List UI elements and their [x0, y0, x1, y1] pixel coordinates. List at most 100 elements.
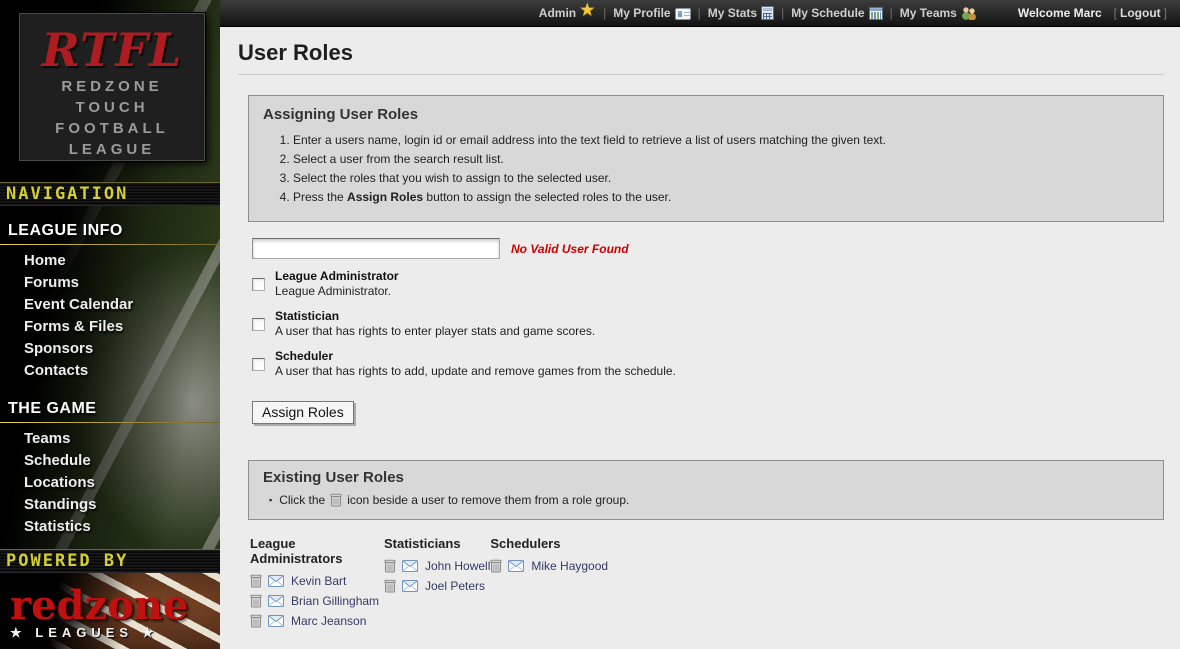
email-user-icon[interactable]: [268, 595, 284, 607]
sidebar-item[interactable]: Standings: [0, 494, 220, 516]
role-group: Schedulers Mike Haygood: [490, 536, 648, 634]
sidebar-section-title: THE GAME: [0, 392, 220, 419]
step-text: Press the: [293, 190, 347, 204]
role-checkbox[interactable]: [252, 278, 265, 291]
email-user-icon[interactable]: [508, 560, 524, 572]
user-search-row: No Valid User Found: [252, 238, 1164, 259]
role-group-title: League Administrators: [250, 536, 384, 566]
topbar-menu-label: My Stats: [708, 6, 761, 20]
calculator-icon: [761, 6, 774, 20]
assigning-step: Press the Assign Roles button to assign …: [293, 190, 1149, 205]
sidebar-item[interactable]: Locations: [0, 472, 220, 494]
sidebar-item[interactable]: Teams: [0, 428, 220, 450]
remove-user-bin-icon[interactable]: [250, 574, 262, 588]
powered-by-banner: POWERED BY: [0, 549, 220, 573]
role-name: Scheduler: [275, 349, 676, 364]
topbar-menu-label: My Teams: [900, 6, 961, 20]
topbar-menu-label: My Schedule: [791, 6, 868, 20]
calendar-icon: [869, 7, 883, 20]
logout-label: Logout: [1120, 6, 1161, 20]
sidebar-item[interactable]: Forums: [0, 272, 220, 294]
role-checkbox[interactable]: [252, 358, 265, 371]
navigation-banner: NAVIGATION: [0, 182, 220, 206]
bullet: ▪: [269, 495, 272, 505]
sidebar: RTFL REDZONETOUCHFOOTBALLLEAGUE NAVIGATI…: [0, 0, 220, 649]
role-row: League Administrator League Administrato…: [252, 269, 1164, 299]
user-row: Joel Peters: [384, 579, 490, 593]
user-name-link[interactable]: Joel Peters: [425, 579, 485, 593]
email-user-icon[interactable]: [268, 615, 284, 627]
topbar-menu-item[interactable]: My Stats: [708, 6, 774, 20]
role-group-users: Kevin Bart Brian Gillingham: [250, 574, 384, 628]
remove-user-bin-icon[interactable]: [250, 614, 262, 628]
topbar-menu-item[interactable]: My Profile: [613, 6, 690, 20]
sidebar-item[interactable]: Home: [0, 250, 220, 272]
sidebar-sections: LEAGUE INFO HomeForumsEvent CalendarForm…: [0, 206, 220, 540]
email-user-icon[interactable]: [402, 560, 418, 572]
title-divider: [238, 74, 1164, 75]
no-valid-user-message: No Valid User Found: [511, 242, 629, 256]
user-name-link[interactable]: Mike Haygood: [531, 559, 608, 573]
user-row: Marc Jeanson: [250, 614, 384, 628]
logout-link[interactable]: [ Logout ]: [1111, 6, 1170, 20]
sidebar-item[interactable]: Event Calendar: [0, 294, 220, 316]
redzone-leagues-logo: redzone ★ LEAGUES ★: [0, 573, 220, 649]
remove-user-bin-icon[interactable]: [490, 559, 502, 573]
group-icon: [961, 6, 978, 20]
star-icon: [580, 6, 596, 20]
role-row: Scheduler A user that has rights to add,…: [252, 349, 1164, 379]
topbar-menu-item[interactable]: Admin: [539, 6, 596, 20]
main-area: Admin | My Profile | My Stats |: [220, 0, 1180, 649]
email-user-icon[interactable]: [402, 580, 418, 592]
user-name-link[interactable]: Brian Gillingham: [291, 594, 379, 608]
rtfl-logo-acronym: RTFL: [20, 24, 204, 76]
note-text: icon beside a user to remove them from a…: [347, 493, 629, 507]
role-group: League Administrators Kevin Bart: [250, 536, 384, 634]
role-group-users: Mike Haygood: [490, 559, 648, 573]
separator: |: [774, 6, 791, 20]
existing-note: ▪ Click the icon beside a user to remove…: [269, 493, 1149, 507]
step-text: button to assign the selected roles to t…: [423, 190, 671, 204]
rtfl-logo-line: FOOTBALL: [20, 118, 204, 139]
remove-user-bin-icon[interactable]: [250, 594, 262, 608]
remove-user-bin-icon[interactable]: [384, 579, 396, 593]
redzone-logo-name: redzone: [10, 587, 220, 625]
sidebar-item[interactable]: Contacts: [0, 360, 220, 382]
assigning-step: Select the roles that you wish to assign…: [293, 171, 1149, 186]
redzone-logo-sub: ★ LEAGUES ★: [10, 625, 220, 641]
existing-heading: Existing User Roles: [263, 469, 1149, 486]
role-description: A user that has rights to add, update an…: [275, 364, 676, 378]
content: User Roles Assigning User Roles Enter a …: [220, 27, 1180, 649]
role-checkbox-list: League Administrator League Administrato…: [252, 269, 1164, 379]
rtfl-logo-line: TOUCH: [20, 97, 204, 118]
sidebar-item[interactable]: Schedule: [0, 450, 220, 472]
assign-roles-button[interactable]: Assign Roles: [252, 401, 354, 424]
role-row: Statistician A user that has rights to e…: [252, 309, 1164, 339]
sidebar-section: THE GAME TeamsScheduleLocationsStandings…: [0, 392, 220, 540]
topbar-menu-label: My Profile: [613, 6, 674, 20]
topbar-menu-item[interactable]: My Teams: [900, 6, 978, 20]
topbar-menu-item[interactable]: My Schedule: [791, 6, 882, 20]
user-row: Kevin Bart: [250, 574, 384, 588]
assigning-steps: Enter a users name, login id or email ad…: [293, 133, 1149, 205]
role-groups: League Administrators Kevin Bart: [250, 536, 1164, 634]
existing-user-roles-box: Existing User Roles ▪ Click the icon bes…: [248, 460, 1164, 520]
step-text: Select the roles that you wish to assign…: [293, 171, 611, 185]
sidebar-item[interactable]: Forms & Files: [0, 316, 220, 338]
note-text: Click the: [279, 493, 325, 507]
user-search-input[interactable]: [252, 238, 500, 259]
remove-user-bin-icon[interactable]: [384, 559, 396, 573]
sidebar-item[interactable]: Statistics: [0, 516, 220, 538]
sidebar-items: TeamsScheduleLocationsStandingsStatistic…: [0, 423, 220, 540]
user-name-link[interactable]: Marc Jeanson: [291, 614, 366, 628]
sidebar-item[interactable]: Sponsors: [0, 338, 220, 360]
bracket: ]: [1161, 6, 1170, 20]
assigning-user-roles-box: Assigning User Roles Enter a users name,…: [248, 95, 1164, 222]
step-text: Select a user from the search result lis…: [293, 152, 504, 166]
user-name-link[interactable]: John Howell: [425, 559, 490, 573]
step-bold-text: Assign Roles: [347, 190, 423, 204]
user-row: Brian Gillingham: [250, 594, 384, 608]
role-checkbox[interactable]: [252, 318, 265, 331]
user-name-link[interactable]: Kevin Bart: [291, 574, 346, 588]
email-user-icon[interactable]: [268, 575, 284, 587]
